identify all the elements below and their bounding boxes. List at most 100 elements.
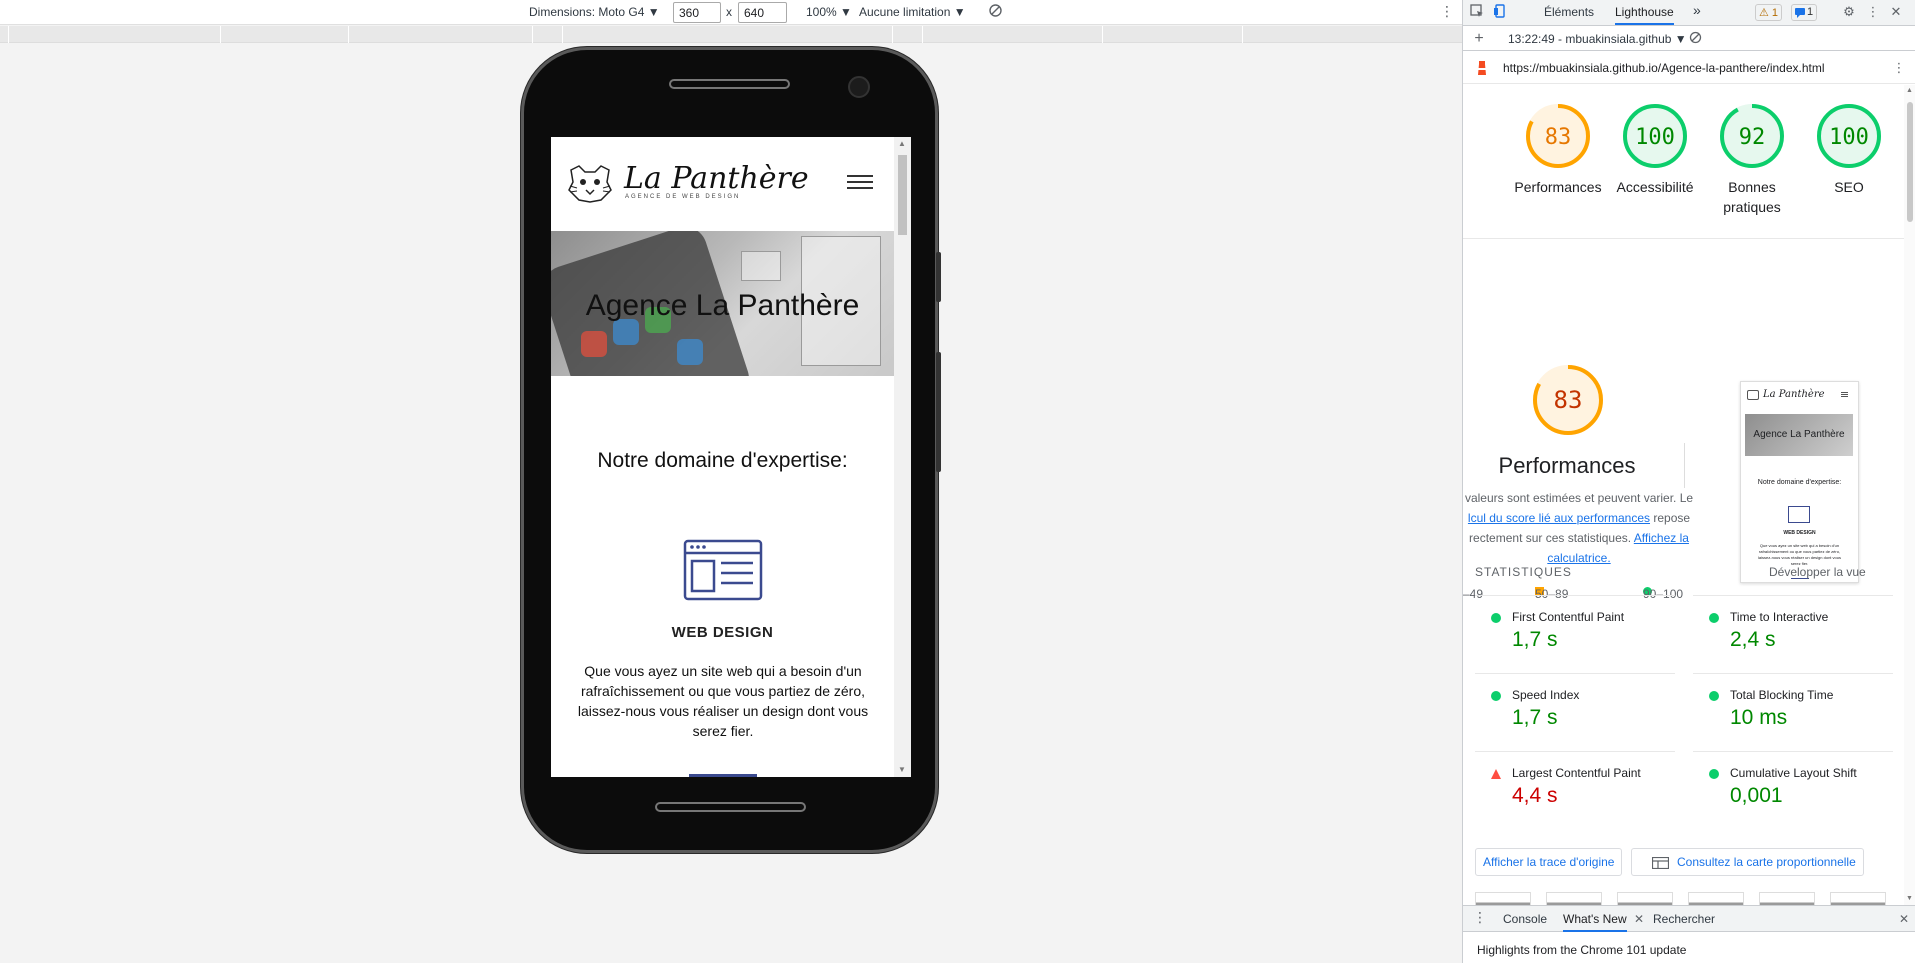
final-screenshot-thumbnail[interactable]: La Panthère Agence La Panthère Notre dom…: [1740, 381, 1859, 583]
devtools-tab-bar: Éléments Lighthouse » ⚠ 1 1 ⚙ ⋮ ✕: [1463, 0, 1915, 26]
ruler-segment[interactable]: [220, 26, 348, 43]
scroll-down-icon[interactable]: ▼: [1906, 895, 1913, 902]
report-selector[interactable]: 13:22:49 - mbuakinsiala.github ▼: [1508, 32, 1687, 46]
metric-name: Speed Index: [1512, 688, 1580, 702]
lighthouse-logo-icon: [1475, 60, 1489, 79]
expand-view-toggle[interactable]: Développer la vue: [1769, 565, 1866, 579]
site-logo-subtitle: AGENCE DE WEB DESIGN: [625, 194, 741, 200]
metric-item: Speed Index 1,7 s: [1475, 673, 1675, 751]
divider: [1684, 443, 1685, 488]
fail-triangle-icon: [1491, 769, 1501, 779]
thumbnail-logo-icon: [1747, 390, 1759, 400]
new-report-icon[interactable]: +: [1471, 31, 1487, 47]
tab-lighthouse[interactable]: Lighthouse: [1615, 5, 1674, 25]
page-scrollbar-thumb[interactable]: [898, 155, 907, 235]
metric-name: First Contentful Paint: [1512, 610, 1625, 624]
score-value: 83: [1545, 125, 1572, 150]
audited-url[interactable]: https://mbuakinsiala.github.io/Agence-la…: [1503, 61, 1825, 75]
performance-description: valeurs sont estimées et peuvent varier.…: [1463, 488, 1695, 568]
score-gauge[interactable]: 92 Bonnes pratiques: [1702, 103, 1802, 217]
scroll-up-icon[interactable]: ▲: [1906, 87, 1913, 94]
filmstrip-frame[interactable]: [1546, 892, 1602, 905]
pass-dot-icon: [1709, 691, 1719, 701]
drawer-tab-bar: ⋮ Console What's New ✕ Rechercher ✕: [1463, 906, 1915, 932]
device-toolbar: Dimensions: Moto G4 ▼ 360 x 640 100% ▼ A…: [0, 0, 1462, 25]
tab-elements[interactable]: Éléments: [1544, 5, 1594, 19]
page-scrollbar[interactable]: ▲ ▼: [894, 137, 911, 777]
report-menu-icon[interactable]: ⋮: [1891, 60, 1907, 76]
view-original-trace-button[interactable]: Afficher la trace d'origine: [1475, 848, 1623, 876]
metric-item: Total Blocking Time 10 ms: [1693, 673, 1893, 751]
score-gauge[interactable]: 83 Performances: [1508, 103, 1608, 197]
close-devtools-icon[interactable]: ✕: [1888, 4, 1904, 20]
hamburger-menu-icon[interactable]: [847, 175, 873, 193]
phone-side-button: [936, 252, 941, 302]
close-whats-new-icon[interactable]: ✕: [1634, 912, 1644, 926]
view-treemap-button[interactable]: Consultez la carte proportionnelle: [1631, 848, 1864, 876]
scroll-up-icon[interactable]: ▲: [898, 139, 906, 148]
score-label: Accessibilité: [1616, 179, 1694, 195]
ruler-segment[interactable]: [348, 26, 532, 43]
device-dimensions-select[interactable]: Dimensions: Moto G4 ▼: [529, 5, 660, 19]
site-logo-title[interactable]: La Panthère: [624, 161, 809, 196]
more-tabs-icon[interactable]: »: [1693, 2, 1701, 18]
ruler-segment[interactable]: [922, 26, 1102, 43]
score-ring: 83: [1526, 104, 1590, 168]
report-scrollbar[interactable]: ▲ ▼: [1904, 85, 1915, 905]
thumbnail-hero-title: Agence La Panthère: [1753, 429, 1845, 440]
filmstrip-frame[interactable]: [1617, 892, 1673, 905]
metric-value: 4,4 s: [1512, 784, 1558, 807]
drawer-tab-whats-new[interactable]: What's New: [1563, 912, 1627, 932]
emulated-page: La Panthère AGENCE DE WEB DESIGN Agence …: [551, 137, 911, 777]
metric-name: Cumulative Layout Shift: [1730, 766, 1857, 780]
zoom-select[interactable]: 100% ▼: [806, 5, 852, 19]
settings-gear-icon[interactable]: ⚙: [1841, 4, 1857, 20]
warnings-badge[interactable]: ⚠ 1: [1755, 4, 1783, 21]
devtools-panel: Éléments Lighthouse » ⚠ 1 1 ⚙ ⋮ ✕ + 13:2…: [1462, 0, 1915, 963]
device-toggle-icon[interactable]: [1492, 4, 1508, 20]
filmstrip-frame[interactable]: [1475, 892, 1531, 905]
score-value: 100: [1829, 125, 1869, 150]
pass-dot-icon: [1709, 769, 1719, 779]
message-icon: [1795, 8, 1805, 18]
throttle-select[interactable]: Aucune limitation ▼: [859, 5, 966, 19]
close-drawer-icon[interactable]: ✕: [1899, 912, 1909, 926]
score-gauge[interactable]: 100 Accessibilité: [1605, 103, 1705, 197]
filmstrip-frame[interactable]: [1830, 892, 1886, 905]
treemap-label: Consultez la carte proportionnelle: [1677, 855, 1856, 869]
device-height-input[interactable]: 640: [738, 2, 787, 23]
site-header: La Panthère AGENCE DE WEB DESIGN: [551, 137, 894, 231]
ruler-segment[interactable]: [892, 26, 922, 43]
inspect-element-icon[interactable]: [1469, 4, 1485, 20]
score-calculation-link[interactable]: lcul du score lié aux performances: [1468, 511, 1650, 525]
rotate-icon[interactable]: [988, 3, 1003, 21]
section-divider: [689, 774, 757, 777]
ruler-segment[interactable]: [562, 26, 892, 43]
ruler-segment[interactable]: [1102, 26, 1242, 43]
drawer-menu-icon[interactable]: ⋮: [1473, 909, 1487, 926]
scroll-down-icon[interactable]: ▼: [898, 765, 906, 774]
ruler-segment[interactable]: [532, 26, 562, 43]
drawer-tab-console[interactable]: Console: [1503, 912, 1547, 926]
filmstrip-frame[interactable]: [1688, 892, 1744, 905]
performance-gauge-large[interactable]: 83: [1532, 364, 1604, 436]
drawer-tab-search[interactable]: Rechercher: [1653, 912, 1715, 926]
messages-badge[interactable]: 1: [1791, 4, 1818, 21]
metric-name: Total Blocking Time: [1730, 688, 1834, 702]
devtools-menu-icon[interactable]: ⋮: [1865, 4, 1881, 20]
filmstrip-frame[interactable]: [1759, 892, 1815, 905]
thumbnail-web-icon: [1788, 506, 1810, 523]
thumbnail-expertise: Notre domaine d'expertise:: [1757, 479, 1842, 486]
report-scrollbar-thumb[interactable]: [1907, 102, 1913, 222]
messages-count: 1: [1807, 6, 1814, 18]
clear-reports-icon[interactable]: [1687, 31, 1703, 47]
metric-item: Largest Contentful Paint 4,4 s: [1475, 751, 1675, 829]
device-more-icon[interactable]: ⋮: [1440, 3, 1454, 20]
web-design-title: WEB DESIGN: [671, 624, 774, 641]
lighthouse-report-bar: + 13:22:49 - mbuakinsiala.github ▼: [1463, 27, 1915, 51]
metric-name: Largest Contentful Paint: [1512, 766, 1641, 780]
ruler-segment[interactable]: [8, 26, 220, 43]
device-width-input[interactable]: 360: [673, 2, 721, 23]
score-gauge[interactable]: 100 SEO: [1799, 103, 1899, 197]
ruler-segment[interactable]: [1242, 26, 1454, 43]
